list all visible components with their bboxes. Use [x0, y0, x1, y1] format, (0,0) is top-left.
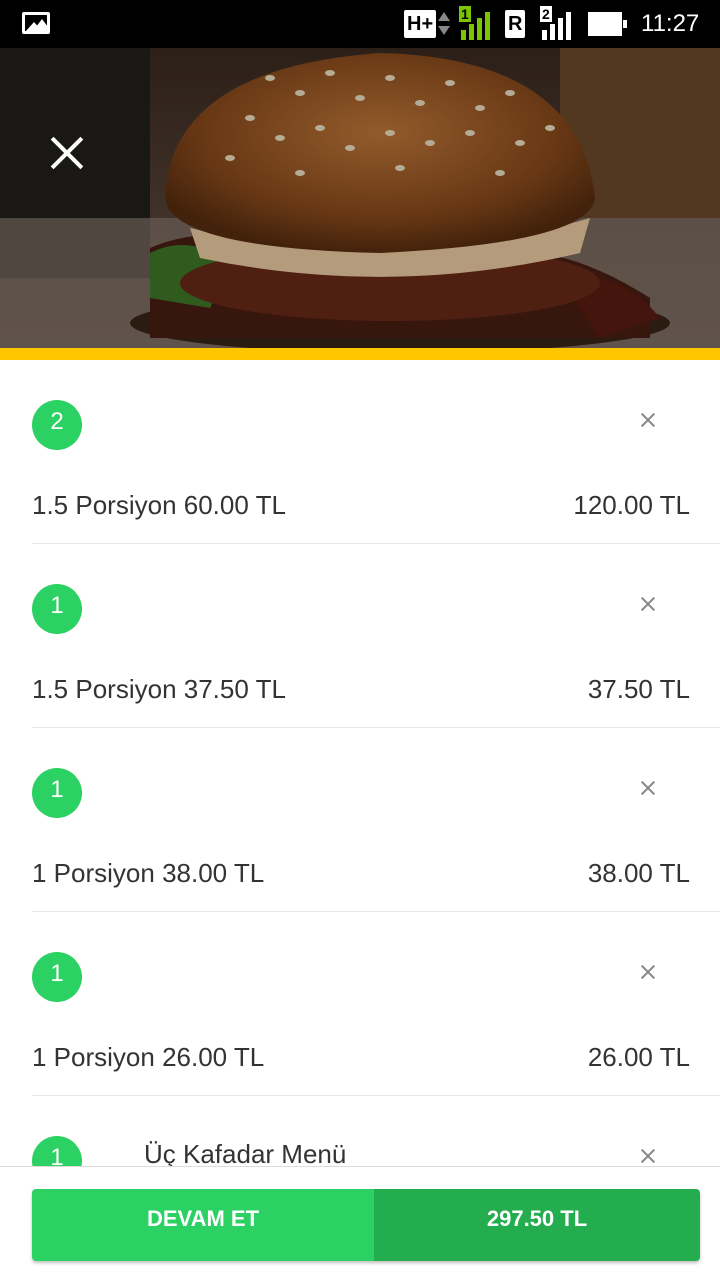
remove-item-icon[interactable] — [636, 1144, 660, 1166]
checkout-bar: DEVAM ET 297.50 TL — [0, 1166, 720, 1280]
cart-item[interactable]: 1 1 Porsiyon 26.00 TL 26.00 TL — [32, 912, 720, 1096]
battery-icon — [588, 12, 627, 36]
quantity-badge: 1 — [32, 768, 82, 818]
continue-button[interactable]: DEVAM ET — [32, 1189, 374, 1261]
network-type-indicator: H+ — [404, 10, 437, 38]
cart-item[interactable]: 1 Üç Kafadar Menü — [32, 1096, 720, 1166]
status-bar: H+ 1 R 2 11:27 — [0, 0, 720, 48]
portion-price: 1.5 Porsiyon 60.00 TL — [32, 490, 286, 520]
portion-price: 1.5 Porsiyon 37.50 TL — [32, 674, 286, 704]
cart-item[interactable]: 1 1 Porsiyon 38.00 TL 38.00 TL — [32, 728, 720, 912]
quantity-badge: 1 — [32, 584, 82, 634]
cart-item[interactable]: 1 1.5 Porsiyon 37.50 TL 37.50 TL — [32, 544, 720, 728]
quantity-badge: 1 — [32, 1136, 82, 1166]
item-total: 26.00 TL — [587, 1042, 690, 1072]
quantity-badge: 1 — [32, 952, 82, 1002]
item-name: Üç Kafadar Menü — [144, 1139, 347, 1166]
cart-item[interactable]: 2 1.5 Porsiyon 60.00 TL 120.00 TL — [32, 360, 720, 544]
signal-strength-sim2-icon — [542, 10, 576, 40]
checkout-button-group: DEVAM ET 297.50 TL — [32, 1189, 700, 1261]
data-activity-icon — [437, 10, 451, 38]
item-total: 120.00 TL — [573, 490, 690, 520]
close-icon[interactable] — [46, 132, 88, 174]
portion-price: 1 Porsiyon 26.00 TL — [32, 1042, 265, 1072]
cart-item-list[interactable]: 2 1.5 Porsiyon 60.00 TL 120.00 TL 1 1.5 … — [0, 360, 720, 1166]
quantity-badge: 2 — [32, 400, 82, 450]
total-price-button[interactable]: 297.50 TL — [374, 1189, 700, 1261]
remove-item-icon[interactable] — [636, 960, 660, 984]
accent-divider — [0, 348, 720, 360]
item-total: 37.50 TL — [587, 674, 690, 704]
portion-price: 1 Porsiyon 38.00 TL — [32, 858, 265, 888]
remove-item-icon[interactable] — [636, 776, 660, 800]
roaming-indicator: R — [505, 10, 526, 38]
signal-strength-sim1-icon — [461, 10, 495, 40]
image-icon — [22, 12, 50, 34]
product-hero-image — [0, 48, 720, 348]
burger-photo — [0, 48, 720, 348]
item-total: 38.00 TL — [587, 858, 690, 888]
remove-item-icon[interactable] — [636, 592, 660, 616]
remove-item-icon[interactable] — [636, 408, 660, 432]
clock: 11:27 — [641, 10, 700, 37]
